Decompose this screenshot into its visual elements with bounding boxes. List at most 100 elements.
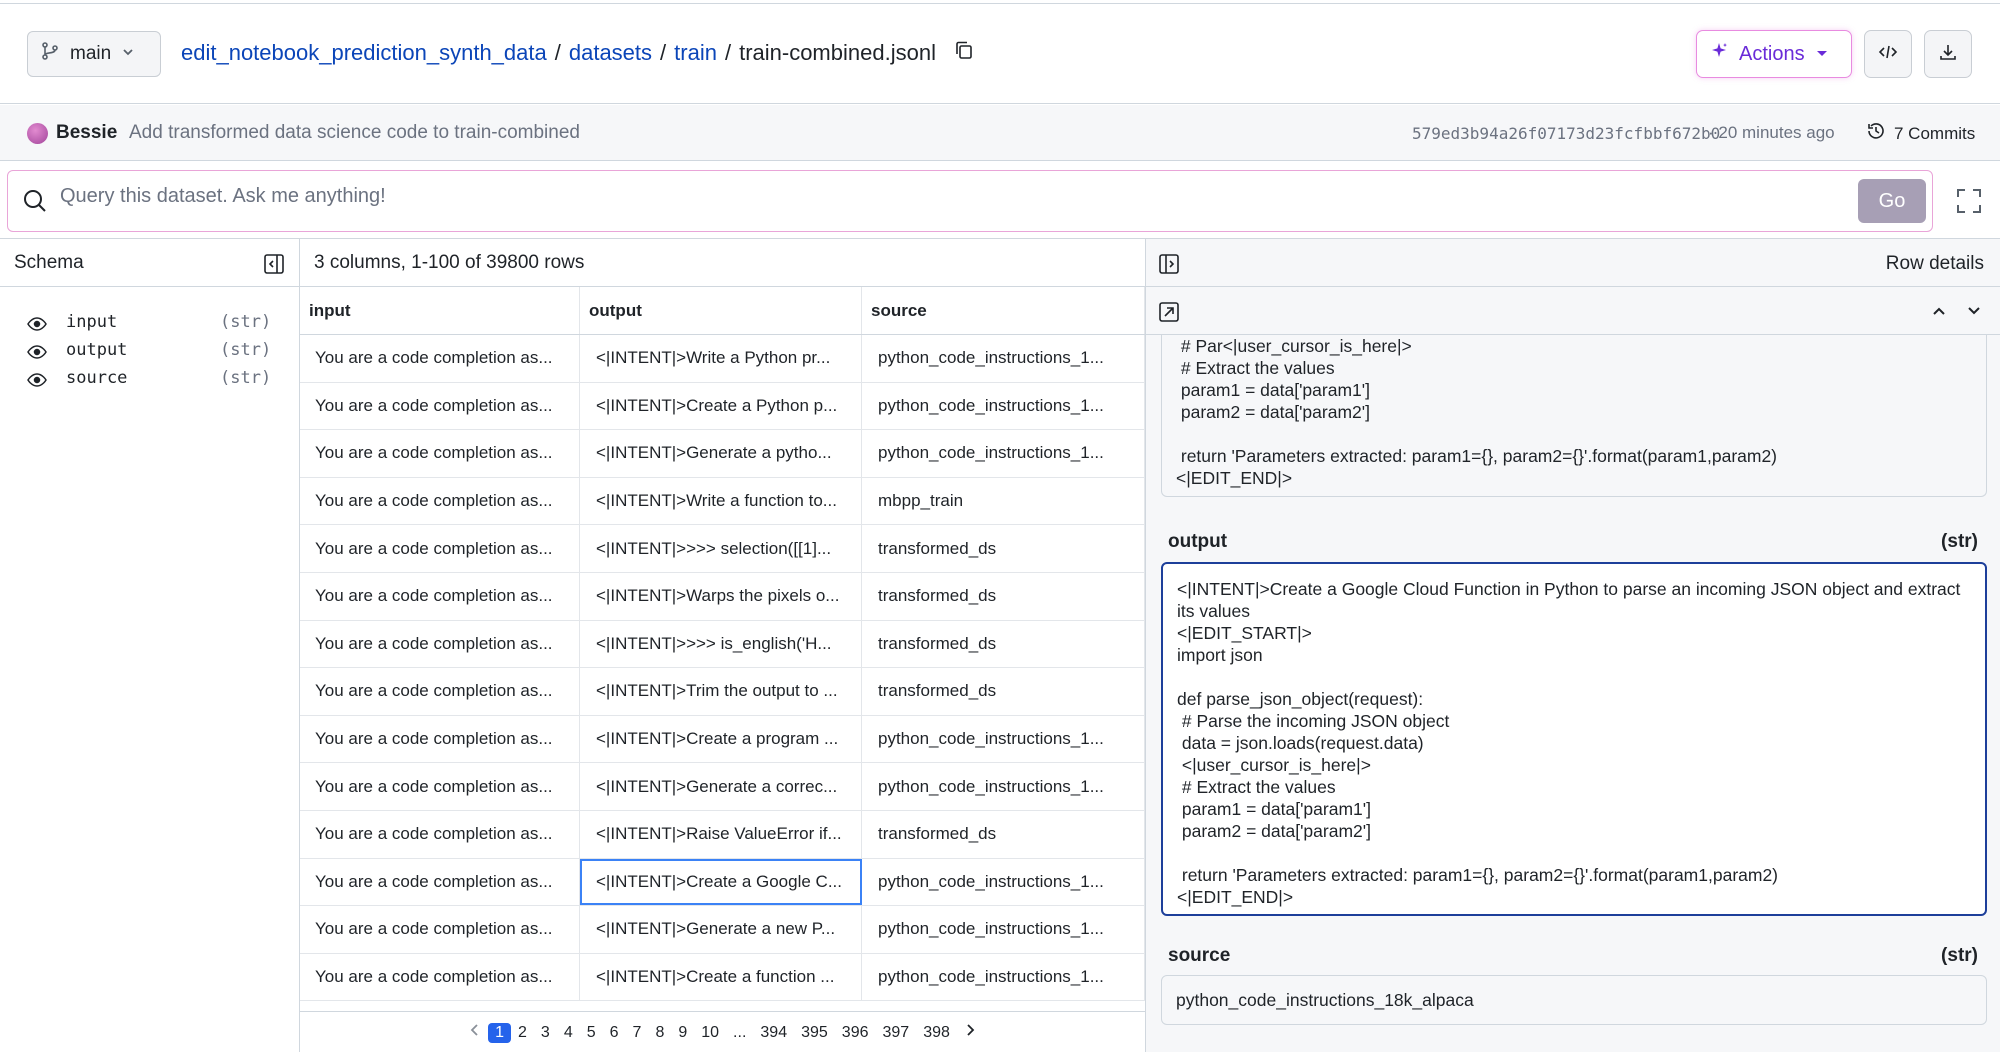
- commit-message[interactable]: Add transformed data science code to tra…: [129, 122, 580, 144]
- table-row[interactable]: You are a code completion as... <|INTENT|…: [300, 335, 1145, 383]
- table-row[interactable]: You are a code completion as... <|INTENT|…: [300, 430, 1145, 478]
- cell-source[interactable]: python_code_instructions_1...: [862, 335, 1145, 382]
- cell-source[interactable]: transformed_ds: [862, 620, 1145, 668]
- page-button[interactable]: 395: [794, 1024, 835, 1042]
- chevron-up-icon[interactable]: [1931, 303, 1947, 324]
- cell-source[interactable]: python_code_instructions_1...: [862, 858, 1145, 906]
- cell-input[interactable]: You are a code completion as...: [300, 572, 580, 620]
- open-external-icon[interactable]: [1158, 301, 1180, 328]
- cell-output[interactable]: <|INTENT|>Write a function to...: [580, 477, 862, 525]
- page-button[interactable]: 394: [753, 1024, 794, 1042]
- cell-output[interactable]: <|INTENT|>Generate a new P...: [580, 906, 862, 953]
- cell-source[interactable]: python_code_instructions_1...: [862, 953, 1145, 1001]
- table-row[interactable]: You are a code completion as... <|INTENT|…: [300, 477, 1145, 526]
- output-field-value[interactable]: <|INTENT|>Create a Google Cloud Function…: [1161, 562, 1987, 916]
- collapse-panel-icon[interactable]: [1158, 253, 1180, 280]
- table-row[interactable]: You are a code completion as... <|INTENT|…: [300, 858, 1145, 907]
- page-button[interactable]: 3: [534, 1024, 557, 1042]
- cell-input[interactable]: You are a code completion as...: [300, 430, 580, 477]
- commit-user[interactable]: Bessie: [56, 122, 117, 144]
- schema-field[interactable]: source (str): [0, 365, 299, 393]
- cell-input[interactable]: You are a code completion as...: [300, 668, 580, 715]
- cell-source[interactable]: transformed_ds: [862, 810, 1145, 858]
- cell-input[interactable]: You are a code completion as...: [300, 953, 580, 1001]
- code-view-button[interactable]: [1864, 30, 1912, 78]
- schema-field[interactable]: output (str): [0, 337, 299, 365]
- column-header-output[interactable]: output: [580, 287, 862, 334]
- table-row[interactable]: You are a code completion as... <|INTENT|…: [300, 953, 1145, 1002]
- collapse-sidebar-icon[interactable]: [263, 253, 285, 281]
- source-field-value[interactable]: python_code_instructions_18k_alpaca: [1161, 975, 1987, 1025]
- cell-source[interactable]: python_code_instructions_1...: [862, 763, 1145, 810]
- table-row[interactable]: You are a code completion as... <|INTENT|…: [300, 620, 1145, 669]
- cell-input[interactable]: You are a code completion as...: [300, 525, 580, 572]
- cell-input[interactable]: You are a code completion as...: [300, 858, 580, 906]
- table-row[interactable]: You are a code completion as... <|INTENT|…: [300, 715, 1145, 764]
- cell-source[interactable]: python_code_instructions_1...: [862, 906, 1145, 953]
- download-button[interactable]: [1924, 30, 1972, 78]
- cell-input[interactable]: You are a code completion as...: [300, 763, 580, 810]
- cell-input[interactable]: You are a code completion as...: [300, 620, 580, 668]
- page-button[interactable]: 10: [694, 1024, 726, 1042]
- cell-input[interactable]: You are a code completion as...: [300, 810, 580, 858]
- cell-input[interactable]: You are a code completion as...: [300, 382, 580, 430]
- column-header-source[interactable]: source: [862, 287, 1145, 334]
- page-button[interactable]: 9: [671, 1024, 694, 1042]
- page-button[interactable]: 5: [580, 1024, 603, 1042]
- cell-output[interactable]: <|INTENT|>Trim the output to ...: [580, 668, 862, 715]
- column-header-input[interactable]: input: [300, 287, 580, 334]
- page-button[interactable]: 4: [557, 1024, 580, 1042]
- table-row[interactable]: You are a code completion as... <|INTENT|…: [300, 572, 1145, 621]
- commit-hash[interactable]: 579ed3b94a26f07173d23fcfbbf672b0: [1412, 124, 1720, 143]
- eye-icon[interactable]: [27, 372, 47, 392]
- page-button[interactable]: 6: [603, 1024, 626, 1042]
- page-button[interactable]: 398: [916, 1024, 957, 1042]
- cell-output[interactable]: <|INTENT|>Generate a correc...: [580, 763, 862, 810]
- cell-source[interactable]: python_code_instructions_1...: [862, 382, 1145, 430]
- branch-selector[interactable]: main: [27, 31, 161, 77]
- copy-icon[interactable]: [954, 40, 974, 66]
- cell-output[interactable]: <|INTENT|>Create a Python p...: [580, 382, 862, 430]
- commits-link[interactable]: 7 Commits: [1866, 121, 1975, 146]
- cell-source[interactable]: mbpp_train: [862, 477, 1145, 525]
- page-button[interactable]: 8: [648, 1024, 671, 1042]
- page-button[interactable]: 397: [876, 1024, 917, 1042]
- cell-output[interactable]: <|INTENT|>>>> is_english('H...: [580, 620, 862, 668]
- cell-output[interactable]: <|INTENT|>Create a function ...: [580, 953, 862, 1001]
- cell-output[interactable]: <|INTENT|>>>> selection([[1]...: [580, 525, 862, 572]
- breadcrumb-train[interactable]: train: [674, 40, 717, 66]
- cell-source[interactable]: transformed_ds: [862, 572, 1145, 620]
- cell-output[interactable]: <|INTENT|>Raise ValueError if...: [580, 810, 862, 858]
- input-field-value[interactable]: # Par<|user_cursor_is_here|> # Extract t…: [1161, 335, 1987, 497]
- go-button[interactable]: Go: [1858, 179, 1926, 223]
- cell-source[interactable]: python_code_instructions_1...: [862, 715, 1145, 763]
- eye-icon[interactable]: [27, 344, 47, 364]
- cell-source[interactable]: python_code_instructions_1...: [862, 430, 1145, 477]
- table-row[interactable]: You are a code completion as... <|INTENT|…: [300, 382, 1145, 431]
- cell-source[interactable]: transformed_ds: [862, 668, 1145, 715]
- cell-input[interactable]: You are a code completion as...: [300, 906, 580, 953]
- cell-input[interactable]: You are a code completion as...: [300, 715, 580, 763]
- table-row[interactable]: You are a code completion as... <|INTENT|…: [300, 525, 1145, 573]
- cell-output[interactable]: <|INTENT|>Write a Python pr...: [580, 335, 862, 382]
- next-page-icon[interactable]: [957, 1023, 983, 1042]
- chevron-down-icon[interactable]: [1966, 303, 1982, 324]
- table-row[interactable]: You are a code completion as... <|INTENT|…: [300, 763, 1145, 811]
- actions-button[interactable]: Actions: [1696, 30, 1852, 78]
- fullscreen-icon[interactable]: [1956, 188, 1982, 219]
- breadcrumb-repo[interactable]: edit_notebook_prediction_synth_data: [181, 40, 547, 66]
- schema-field[interactable]: input (str): [0, 309, 299, 337]
- page-button[interactable]: 1: [488, 1022, 511, 1043]
- page-button[interactable]: 7: [626, 1024, 649, 1042]
- prev-page-icon[interactable]: [462, 1023, 488, 1042]
- eye-icon[interactable]: [27, 316, 47, 336]
- page-button[interactable]: 2: [511, 1024, 534, 1042]
- cell-input[interactable]: You are a code completion as...: [300, 335, 580, 382]
- cell-output[interactable]: <|INTENT|>Create a Google C...: [580, 858, 862, 906]
- query-input[interactable]: [60, 185, 1860, 208]
- cell-input[interactable]: You are a code completion as...: [300, 477, 580, 525]
- table-row[interactable]: You are a code completion as... <|INTENT|…: [300, 668, 1145, 716]
- breadcrumb-datasets[interactable]: datasets: [569, 40, 652, 66]
- cell-source[interactable]: transformed_ds: [862, 525, 1145, 572]
- table-row[interactable]: You are a code completion as... <|INTENT|…: [300, 906, 1145, 954]
